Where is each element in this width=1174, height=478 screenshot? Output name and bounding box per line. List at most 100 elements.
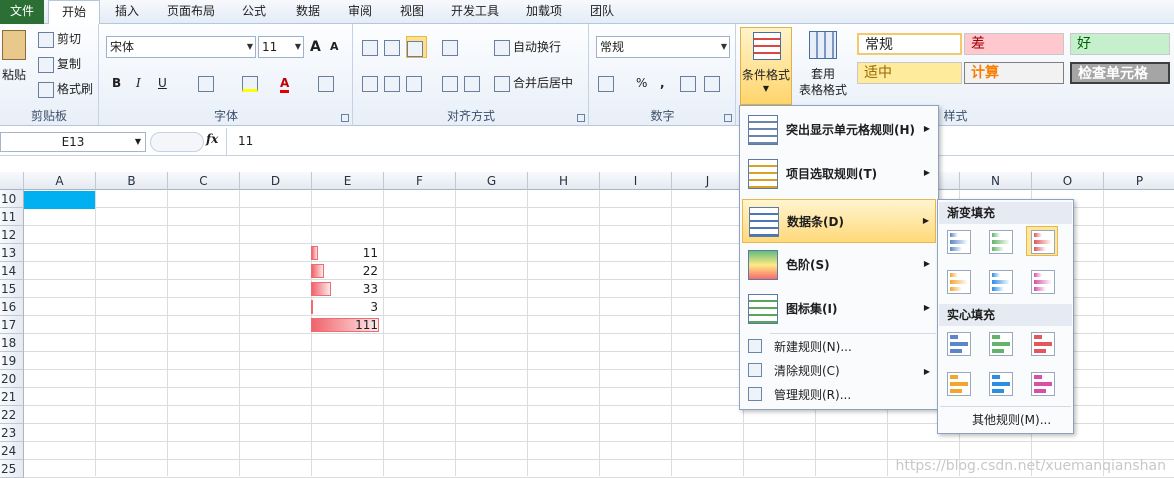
number-dialog-launcher-icon[interactable] <box>724 114 732 122</box>
row-header-21[interactable]: 21 <box>0 388 24 406</box>
number-format-select[interactable]: 常规 ▼ <box>596 36 730 58</box>
tab-insert[interactable]: 插入 <box>106 0 148 24</box>
insert-function-button[interactable]: fx <box>206 132 218 146</box>
tab-addins[interactable]: 加载项 <box>518 0 570 24</box>
row-header-19[interactable]: 19 <box>0 352 24 370</box>
currency-button[interactable] <box>598 72 617 94</box>
align-top-button[interactable] <box>362 36 381 58</box>
cut-button[interactable]: 剪切 <box>38 28 81 50</box>
format-as-table-button[interactable]: 套用 表格格式 <box>795 27 851 105</box>
align-middle-button[interactable] <box>384 36 403 58</box>
solid-data-bar-option[interactable] <box>942 368 974 398</box>
column-header-i[interactable]: I <box>600 172 672 190</box>
column-header-d[interactable]: D <box>240 172 312 190</box>
style-calculation[interactable]: 计算 <box>964 62 1064 84</box>
tab-view[interactable]: 视图 <box>390 0 434 24</box>
cell-e14[interactable]: 22 <box>311 262 381 280</box>
selected-cell-a10[interactable] <box>24 191 95 209</box>
cell-e16[interactable]: 3 <box>311 298 381 316</box>
column-header-a[interactable]: A <box>24 172 96 190</box>
row-header-25[interactable]: 25 <box>0 460 24 478</box>
select-all-corner[interactable] <box>0 172 24 190</box>
column-header-o[interactable]: O <box>1032 172 1104 190</box>
column-header-j[interactable]: J <box>672 172 744 190</box>
solid-data-bar-option[interactable] <box>942 328 974 358</box>
tab-developer[interactable]: 开发工具 <box>442 0 508 24</box>
name-box[interactable]: E13 ▼ <box>0 132 146 152</box>
cell-e17[interactable]: 111 <box>311 316 381 334</box>
decrease-indent-button[interactable] <box>442 72 461 94</box>
row-header-20[interactable]: 20 <box>0 370 24 388</box>
row-header-12[interactable]: 12 <box>0 226 24 244</box>
row-header-17[interactable]: 17 <box>0 316 24 334</box>
column-header-c[interactable]: C <box>168 172 240 190</box>
italic-button[interactable]: I <box>136 72 141 94</box>
tab-file[interactable]: 文件 <box>0 0 44 24</box>
row-header-16[interactable]: 16 <box>0 298 24 316</box>
font-color-button[interactable]: A <box>280 72 290 94</box>
column-header-g[interactable]: G <box>456 172 528 190</box>
solid-data-bar-option[interactable] <box>1026 368 1058 398</box>
row-header-14[interactable]: 14 <box>0 262 24 280</box>
grow-font-button[interactable]: A <box>310 36 321 58</box>
increase-decimal-button[interactable] <box>680 72 699 94</box>
orientation-button[interactable] <box>442 36 461 58</box>
menu-manage-rules[interactable]: 管理规则(R)... <box>742 383 936 407</box>
row-header-22[interactable]: 22 <box>0 406 24 424</box>
style-neutral[interactable]: 适中 <box>857 62 962 84</box>
align-left-button[interactable] <box>362 72 381 94</box>
column-header-e[interactable]: E <box>312 172 384 190</box>
tab-home[interactable]: 开始 <box>48 0 100 25</box>
tab-page-layout[interactable]: 页面布局 <box>158 0 224 24</box>
gradient-data-bar-option[interactable] <box>984 226 1016 256</box>
menu-clear-rules[interactable]: 清除规则(C) ▶ <box>742 359 936 383</box>
style-bad[interactable]: 差 <box>964 33 1064 55</box>
row-header-13[interactable]: 13 <box>0 244 24 262</box>
column-header-p[interactable]: P <box>1104 172 1174 190</box>
wrap-text-button[interactable]: 自动换行 <box>494 36 561 58</box>
gradient-data-bar-option[interactable] <box>1026 226 1058 256</box>
tab-data[interactable]: 数据 <box>286 0 330 24</box>
cell-e13[interactable]: 11 <box>311 244 381 262</box>
phonetic-button[interactable] <box>318 72 337 94</box>
row-header-15[interactable]: 15 <box>0 280 24 298</box>
alignment-dialog-launcher-icon[interactable] <box>577 114 585 122</box>
underline-button[interactable]: U <box>158 72 167 94</box>
row-header-18[interactable]: 18 <box>0 334 24 352</box>
bold-button[interactable]: B <box>112 72 121 94</box>
fill-color-button[interactable] <box>242 72 261 94</box>
conditional-format-button[interactable]: 条件格式 ▼ <box>740 27 792 105</box>
menu-color-scales[interactable]: 色阶(S) ▶ <box>742 243 936 287</box>
formula-input[interactable]: 11 <box>238 134 253 148</box>
paste-button[interactable]: 粘贴 <box>2 64 26 86</box>
format-painter-button[interactable]: 格式刷 <box>38 78 93 100</box>
solid-data-bar-option[interactable] <box>984 328 1016 358</box>
tab-formulas[interactable]: 公式 <box>232 0 276 24</box>
merge-center-button[interactable]: 合并后居中 <box>494 72 573 94</box>
gradient-data-bar-option[interactable] <box>942 226 974 256</box>
more-rules-item[interactable]: 其他规则(M)... <box>972 410 1051 430</box>
menu-new-rule[interactable]: 新建规则(N)... <box>742 335 936 359</box>
align-right-button[interactable] <box>406 72 425 94</box>
column-header-f[interactable]: F <box>384 172 456 190</box>
cell-e15[interactable]: 33 <box>311 280 381 298</box>
row-header-23[interactable]: 23 <box>0 424 24 442</box>
percent-button[interactable]: % <box>636 72 647 94</box>
font-size-select[interactable]: 11 ▼ <box>258 36 304 58</box>
column-header-n[interactable]: N <box>960 172 1032 190</box>
align-bottom-button[interactable] <box>406 36 427 58</box>
tab-team[interactable]: 团队 <box>580 0 624 24</box>
decrease-decimal-button[interactable] <box>704 72 723 94</box>
name-box-splitter[interactable] <box>150 132 204 152</box>
gradient-data-bar-option[interactable] <box>984 266 1016 296</box>
menu-data-bars[interactable]: 数据条(D) ▶ <box>742 199 936 243</box>
font-dialog-launcher-icon[interactable] <box>341 114 349 122</box>
increase-indent-button[interactable] <box>464 72 483 94</box>
row-header-24[interactable]: 24 <box>0 442 24 460</box>
copy-button[interactable]: 复制 <box>38 53 81 75</box>
font-name-select[interactable]: 宋体 ▼ <box>106 36 256 58</box>
solid-data-bar-option[interactable] <box>1026 328 1058 358</box>
style-normal[interactable]: 常规 <box>857 33 962 55</box>
style-check-cell[interactable]: 检查单元格 <box>1070 62 1170 84</box>
comma-button[interactable]: , <box>660 72 665 94</box>
